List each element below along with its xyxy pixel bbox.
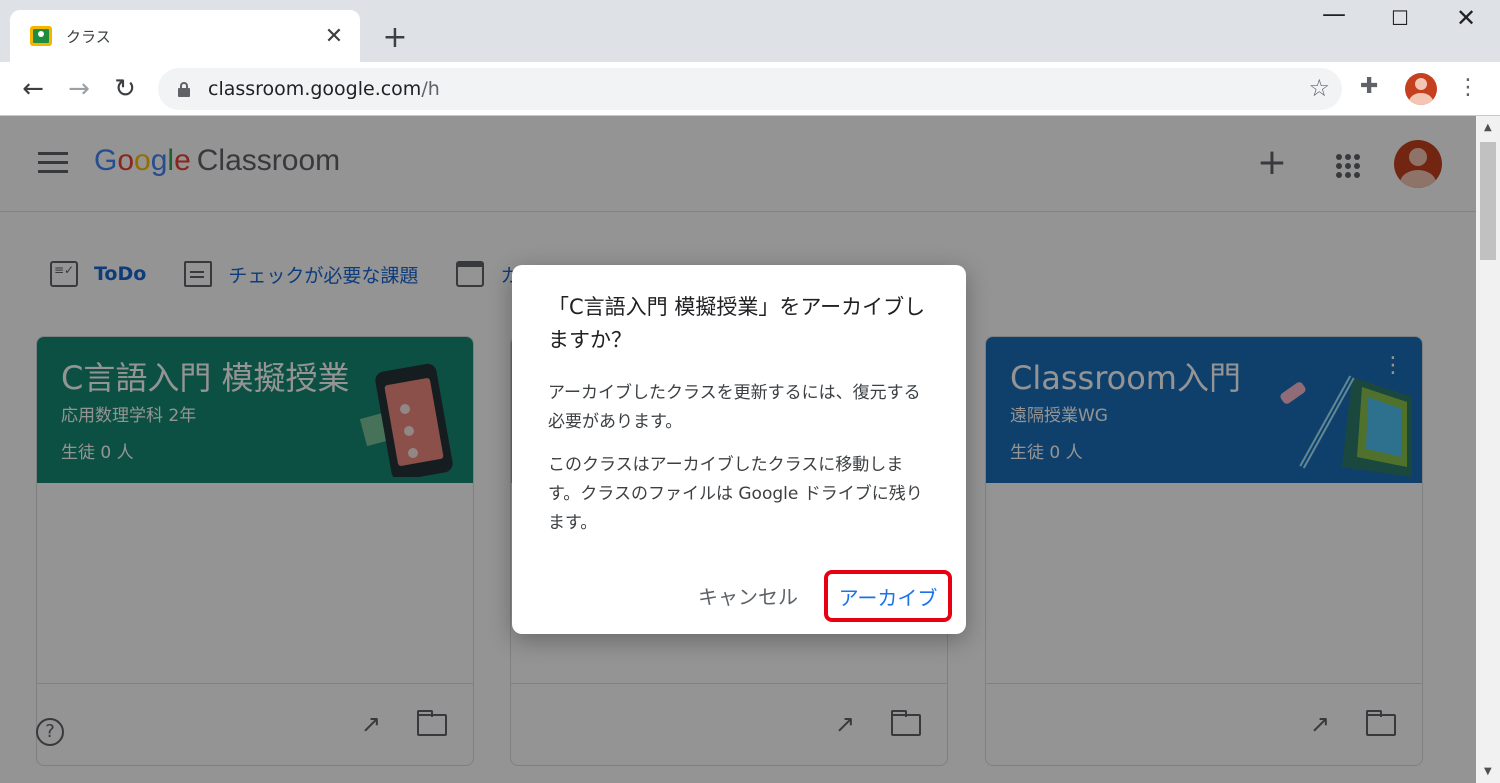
reload-button[interactable]: ↻ <box>106 70 144 108</box>
archive-button[interactable]: アーカイブ <box>824 570 952 622</box>
dialog-body-files: このクラスはアーカイブしたクラスに移動します。クラスのファイルは Google … <box>548 455 923 533</box>
forward-button[interactable]: → <box>60 70 98 108</box>
profile-avatar[interactable] <box>1405 73 1437 105</box>
scrollbar-thumb[interactable] <box>1480 142 1496 260</box>
dialog-title: 「C言語入門 模擬授業」をアーカイブしますか？ <box>548 295 926 352</box>
back-button[interactable]: ← <box>14 70 52 108</box>
address-bar[interactable]: classroom.google.com/h ☆ <box>158 68 1342 110</box>
classroom-favicon-icon <box>30 26 52 46</box>
url-text[interactable]: classroom.google.com/h <box>208 78 440 100</box>
window-minimize-button[interactable]: — <box>1314 0 1354 28</box>
window-maximize-button[interactable]: ☐ <box>1380 6 1420 30</box>
page-scrollbar[interactable]: ▲ ▼ <box>1476 116 1500 783</box>
dialog-body-restore: アーカイブしたクラスを更新するには、復元する必要があります。 <box>548 383 921 432</box>
dialog-actions: キャンセル アーカイブ <box>512 567 966 622</box>
chrome-menu-icon[interactable]: ⋮ <box>1456 74 1480 102</box>
url-host: classroom.google.com <box>208 78 422 100</box>
classroom-page: GoogleClassroom + ToDo チェックが必要な課題 カレンダー <box>0 116 1476 783</box>
scroll-down-icon[interactable]: ▼ <box>1484 766 1492 777</box>
bookmark-star-icon[interactable]: ☆ <box>1308 74 1330 102</box>
extensions-icon[interactable]: ✚ <box>1360 74 1378 99</box>
archive-dialog: 「C言語入門 模擬授業」をアーカイブしますか？ アーカイブしたクラスを更新するに… <box>512 265 966 634</box>
url-path: /h <box>421 78 440 100</box>
browser-tabbar: クラス ✕ + — ☐ ✕ <box>0 0 1500 62</box>
browser-tab[interactable]: クラス ✕ <box>10 10 360 62</box>
window-close-button[interactable]: ✕ <box>1446 4 1486 32</box>
tab-title: クラス <box>66 27 111 46</box>
new-tab-button[interactable]: + <box>380 20 410 56</box>
browser-toolbar: ← → ↻ classroom.google.com/h ☆ ✚ ⋮ <box>0 62 1500 116</box>
scroll-up-icon[interactable]: ▲ <box>1484 122 1492 133</box>
tab-close-icon[interactable]: ✕ <box>322 24 346 49</box>
cancel-button[interactable]: キャンセル <box>698 581 798 610</box>
lock-icon[interactable] <box>178 82 190 97</box>
